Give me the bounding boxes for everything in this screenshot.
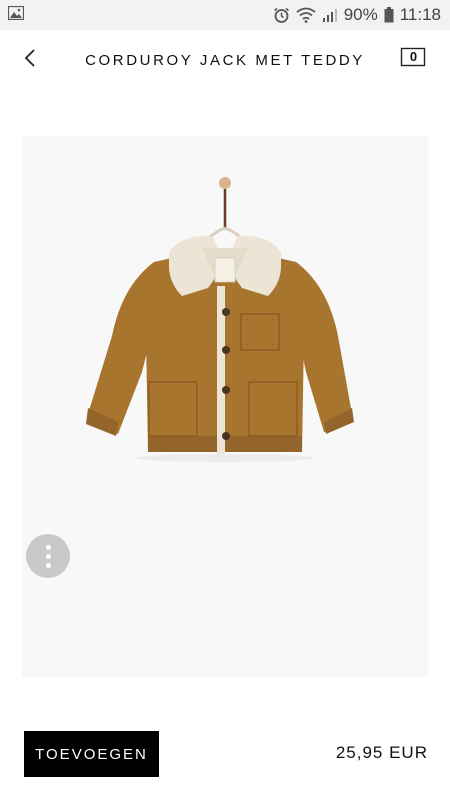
product-screen: 90% 11:18 CORDUROY JACK MET TEDDY 0 TOEV… (0, 0, 450, 800)
wifi-icon (296, 7, 316, 23)
back-chevron-icon (23, 48, 37, 73)
cart-count: 0 (409, 49, 418, 64)
alarm-icon (273, 7, 290, 24)
status-bar: 90% 11:18 (0, 0, 450, 30)
signal-icon (322, 8, 338, 23)
page-title: CORDUROY JACK MET TEDDY (85, 51, 365, 69)
corduroy-jacket-image (86, 177, 354, 462)
image-notification-icon (7, 5, 25, 25)
more-vertical-icon (45, 544, 51, 550)
battery-percent: 90% (343, 5, 378, 24)
more-vertical-icon-dot (45, 553, 51, 559)
app-header: CORDUROY JACK MET TEDDY 0 (0, 30, 450, 90)
add-to-cart-button[interactable]: TOEVOEGEN (24, 731, 159, 777)
product-price: 25,95 EUR (335, 743, 428, 762)
more-options-button[interactable] (26, 534, 70, 578)
product-image-area[interactable] (22, 136, 428, 677)
battery-icon (384, 7, 394, 23)
cart-button[interactable]: 0 (400, 44, 428, 72)
more-vertical-icon-dot (45, 562, 51, 568)
back-button[interactable] (14, 44, 46, 76)
status-time: 11:18 (399, 5, 441, 24)
